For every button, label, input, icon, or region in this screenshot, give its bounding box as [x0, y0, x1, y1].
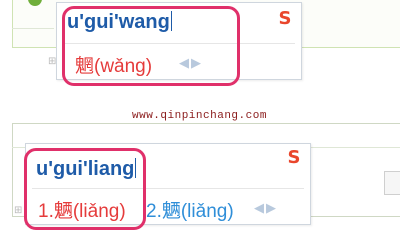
- watermark: www.qinpinchang.com: [132, 110, 267, 122]
- sogou-logo-icon: S: [278, 8, 292, 29]
- page-arrows-icon[interactable]: ◀▶: [254, 200, 278, 216]
- scrollbar-thumb[interactable]: [384, 171, 400, 195]
- sogou-logo-icon: S: [287, 147, 301, 168]
- highlight-box: [62, 6, 240, 86]
- screenshot: ⊞ ⊞ u'gui'wang S 魍(wǎng) ◀▶ u'gui'liang …: [0, 0, 400, 240]
- highlight-box: [24, 148, 146, 230]
- divider: [12, 28, 54, 29]
- candidate-2[interactable]: 2.魉(liǎng): [146, 196, 234, 223]
- keyboard-icon: ⊞: [14, 205, 23, 216]
